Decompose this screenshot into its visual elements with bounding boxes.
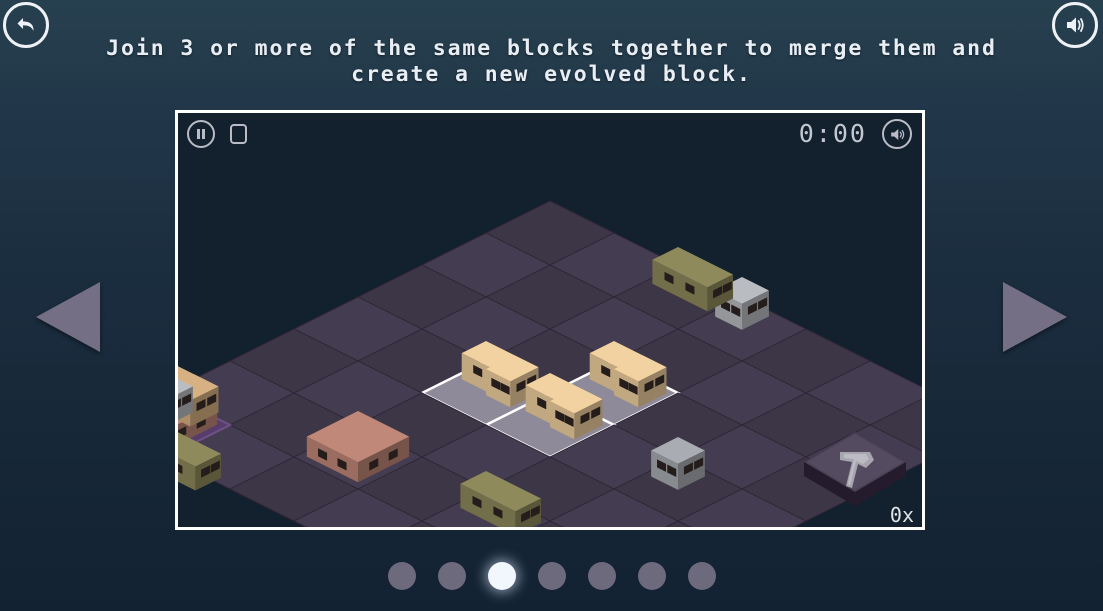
pagination-dot-5[interactable] (587, 562, 616, 590)
pagination-dot-3[interactable] (487, 562, 516, 590)
pagination-dot-2[interactable] (437, 562, 466, 590)
previous-slide-button[interactable] (36, 282, 100, 352)
speaker-on-icon (890, 128, 904, 140)
game-timer: 0:00 (798, 119, 867, 148)
next-slide-button[interactable] (1003, 282, 1067, 352)
back-arrow-icon (17, 18, 34, 31)
game-preview-frame: 0:00 0x (175, 110, 925, 530)
hammer-count-label: 0x (889, 503, 914, 527)
pagination-dot-4[interactable] (537, 562, 566, 590)
pagination-dot-7[interactable] (687, 562, 716, 590)
pagination-dot-6[interactable] (637, 562, 666, 590)
tutorial-line-2: create a new evolved block. (351, 62, 752, 87)
game-sound-toggle[interactable] (882, 119, 912, 149)
pagination-dot-1[interactable] (387, 562, 416, 590)
stop-button[interactable] (230, 124, 247, 144)
pause-button[interactable] (187, 120, 215, 148)
tutorial-line-1: Join 3 or more of the same blocks togeth… (106, 36, 997, 61)
speaker-on-icon (1067, 17, 1084, 33)
hammer-tool-button[interactable] (800, 426, 910, 511)
pagination-dots (0, 562, 1103, 590)
tutorial-text: Join 3 or more of the same blocks togeth… (0, 36, 1103, 88)
pause-icon (197, 129, 205, 139)
tutorial-screen: Join 3 or more of the same blocks togeth… (0, 0, 1103, 611)
